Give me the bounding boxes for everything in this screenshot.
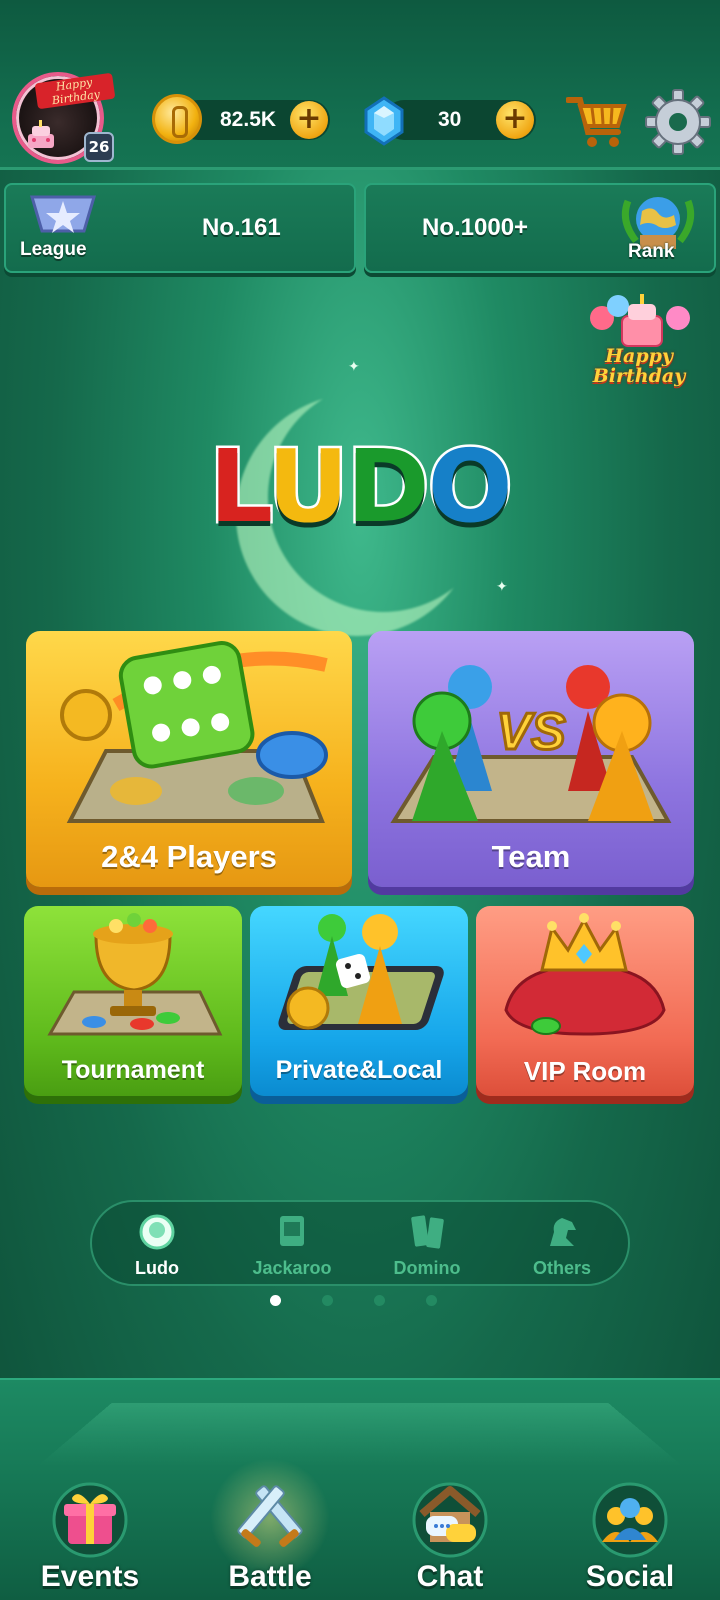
game-tab-others[interactable]: Others [497, 1202, 627, 1288]
add-coins-button[interactable]: + [290, 101, 328, 139]
sparkle-icon: ✦ [496, 579, 508, 595]
page-dot[interactable] [270, 1295, 281, 1306]
logo-letter: L [207, 428, 272, 545]
avatar[interactable]: Happy Birthday 26 [12, 72, 116, 164]
nav-chat-label: Chat [416, 1560, 484, 1593]
nav-battle[interactable]: Battle [190, 1470, 350, 1600]
gem-icon [364, 96, 404, 146]
mode-team-label: Team [491, 839, 571, 874]
add-gems-button[interactable]: + [496, 101, 534, 139]
svg-text:VS: VS [496, 703, 566, 761]
league-caption: League [20, 239, 87, 260]
crossed-swords-icon [237, 1485, 303, 1547]
mode-2-4-players-label: 2&4 Players [101, 839, 277, 874]
rank-position: No.1000+ [422, 214, 529, 241]
mode-vip-room-card[interactable]: VIP Room [476, 906, 694, 1096]
horse-icon [550, 1218, 576, 1246]
mode-team-card[interactable]: VS Team [368, 631, 694, 887]
cake-icon [28, 120, 54, 148]
game-tab-label: Ludo [135, 1258, 179, 1278]
nav-battle-label: Battle [228, 1560, 312, 1593]
domino-icon [411, 1215, 444, 1249]
level-badge: 26 [84, 132, 114, 162]
mode-tournament-label: Tournament [61, 1056, 205, 1084]
page-dot[interactable] [426, 1295, 437, 1306]
coin-value: 82.5K [220, 108, 277, 131]
mode-private-local-label: Private&Local [275, 1056, 443, 1084]
logo-letter: D [344, 428, 432, 545]
game-tab-jackaroo[interactable]: Jackaroo [227, 1202, 357, 1288]
ludo-logo: LUDO [200, 429, 520, 544]
gem-value: 30 [438, 108, 462, 131]
top-header: Happy Birthday 26 82.5K + 30 + [0, 0, 720, 170]
game-type-switcher: Ludo Jackaroo Domino Others [90, 1200, 630, 1286]
logo-letter: O [425, 428, 515, 545]
rank-panel[interactable]: No.1000+ Rank [364, 183, 716, 273]
league-panel[interactable]: League No.161 [4, 183, 356, 273]
cards-icon [280, 1216, 304, 1246]
gift-icon [52, 1482, 128, 1558]
crown-cushion-illustration [504, 913, 666, 1036]
dice-board-illustration [60, 641, 328, 823]
game-tab-label: Jackaroo [252, 1258, 332, 1278]
chat-house-icon [412, 1482, 488, 1558]
page-indicator [270, 1295, 450, 1309]
trophy-board-illustration [47, 913, 223, 1036]
team-vs-illustration: VS [390, 665, 672, 823]
nav-events-label: Events [40, 1560, 140, 1593]
coin-icon [152, 94, 202, 144]
people-icon [592, 1482, 668, 1558]
page-dot[interactable] [374, 1295, 385, 1306]
birthday-event-label[interactable]: Happy Birthday [584, 346, 694, 386]
mode-tournament-card[interactable]: Tournament [24, 906, 242, 1096]
nav-events[interactable]: Events [10, 1470, 170, 1600]
settings-gear-icon[interactable] [644, 88, 712, 156]
page-dot[interactable] [322, 1295, 333, 1306]
mode-private-local-card[interactable]: Private&Local [250, 906, 468, 1096]
game-tab-ludo[interactable]: Ludo [92, 1202, 222, 1288]
shopping-cart-icon[interactable] [566, 90, 628, 150]
nav-chat[interactable]: Chat [370, 1470, 530, 1600]
mode-2-4-players-card[interactable]: 2&4 Players [26, 631, 352, 887]
rank-caption: Rank [628, 241, 675, 262]
ludo-token-icon [139, 1214, 175, 1250]
nav-social[interactable]: Social [550, 1470, 710, 1600]
gem-balance[interactable]: 30 + [384, 100, 536, 140]
game-tab-label: Domino [393, 1258, 461, 1278]
game-tab-domino[interactable]: Domino [362, 1202, 492, 1288]
nav-social-label: Social [585, 1560, 675, 1593]
logo-letter: U [265, 428, 351, 545]
phone-pawns-illustration [278, 914, 444, 1030]
league-position: No.161 [202, 214, 281, 241]
mode-vip-room-label: VIP Room [523, 1056, 647, 1086]
sparkle-icon: ✦ [348, 359, 360, 375]
game-tab-label: Others [532, 1258, 592, 1278]
